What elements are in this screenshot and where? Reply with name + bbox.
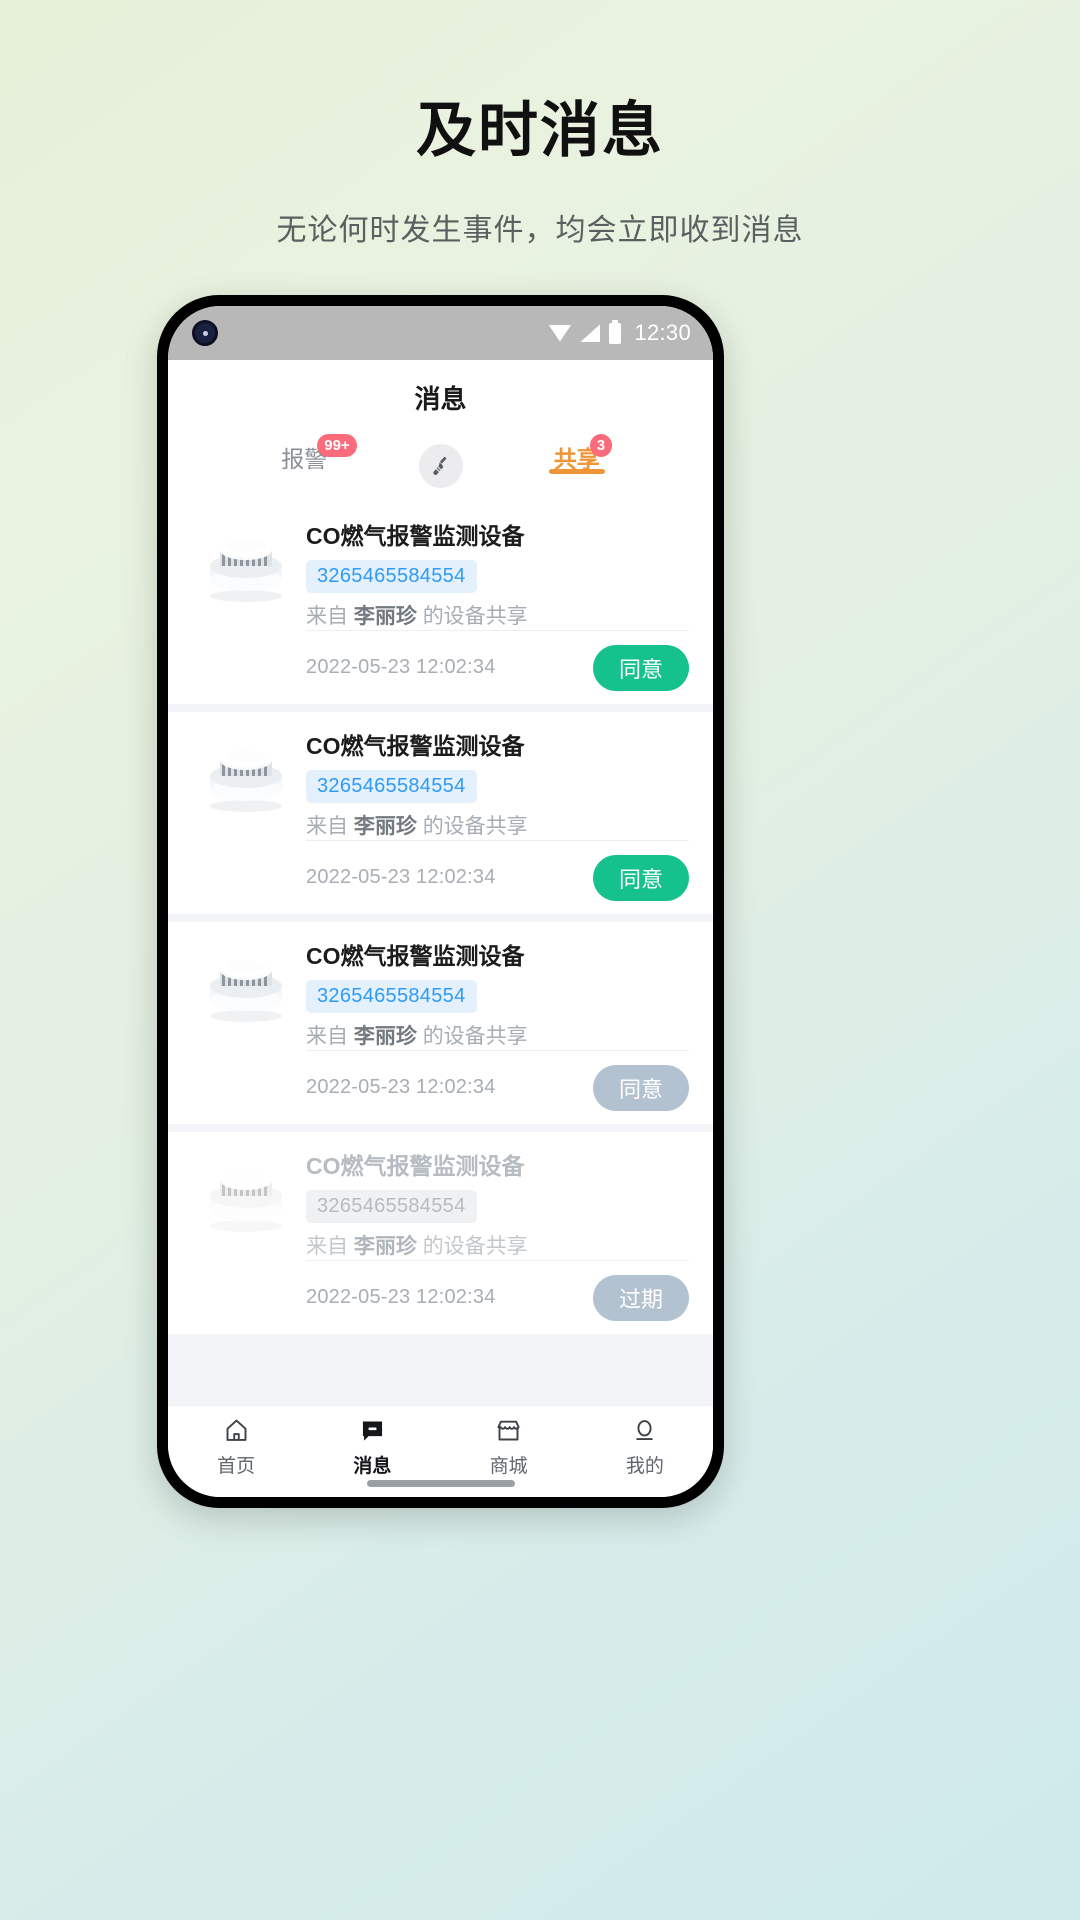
status-bar-clock: 12:30 [634,320,691,345]
battery-icon [609,319,622,344]
device-name: CO燃气报警监测设备 [306,523,525,549]
device-id: 3265465584554 [306,559,477,593]
timestamp: 2022-05-23 12:02:34 [306,866,496,889]
camera-punch-hole-icon [192,320,218,346]
timestamp: 2022-05-23 12:02:34 [306,656,496,679]
tab-alarm-badge: 99+ [317,434,357,457]
card-footer: 2022-05-23 12:02:34 同意 [306,1050,689,1124]
device-name: CO燃气报警监测设备 [306,1153,525,1180]
home-indicator[interactable] [366,1480,515,1487]
from-suffix: 的设备共享 [422,1234,528,1258]
tab-share[interactable]: 共享 3 [441,434,714,502]
nav-item-profile[interactable]: 我的 [577,1417,713,1478]
from-prefix: 来自 [306,604,348,628]
share-source: 来自 李丽珍 的设备共享 [306,813,689,840]
status-bar-indicators: 12:30 [548,319,691,346]
broom-icon [432,456,447,475]
phone-screen: 12:30 消息 报警 99+ 共享 3 CO燃气报警监测设备 32654655… [168,306,713,1497]
message-icon [362,1421,382,1441]
device-thumbnail [192,1146,300,1242]
smoke-detector-icon [210,1169,282,1233]
page-title: 消息 [168,360,713,434]
tab-active-underline [548,468,605,474]
promo-subtitle: 无论何时发生事件，均会立即收到消息 [276,214,804,247]
from-suffix: 的设备共享 [422,814,528,838]
card-footer: 2022-05-23 12:02:34 过期 [306,1260,689,1334]
device-id: 3265465584554 [306,979,477,1013]
signal-icon [580,324,601,342]
from-suffix: 的设备共享 [422,604,528,628]
nav-label-store: 商城 [489,1456,528,1477]
card-content: CO燃气报警监测设备 3265465584554 来自 李丽珍 的设备共享 [192,936,689,1050]
share-source: 来自 李丽珍 的设备共享 [306,603,689,630]
wifi-icon [548,324,572,342]
nav-label-message: 消息 [353,1456,392,1477]
from-prefix: 来自 [306,1024,348,1048]
tab-share-inner: 共享 3 [548,434,613,474]
agree-button-disabled: 同意 [593,1064,689,1111]
person-icon [636,1420,654,1441]
nav-item-store[interactable]: 商城 [441,1417,577,1478]
tab-alarm[interactable]: 报警 99+ [168,434,441,502]
clear-messages-button[interactable] [418,444,463,488]
tab-bar: 报警 99+ 共享 3 [168,434,713,502]
agree-button[interactable]: 同意 [593,644,689,691]
tab-alarm-inner: 报警 99+ [281,434,357,474]
tab-share-badge: 3 [589,434,613,457]
timestamp: 2022-05-23 12:02:34 [306,1076,496,1099]
expired-button: 过期 [593,1274,689,1321]
from-prefix: 来自 [306,1234,348,1258]
device-id: 3265465584554 [306,1189,477,1223]
device-name: CO燃气报警监测设备 [306,733,525,760]
from-prefix: 来自 [306,814,348,838]
promo-title: 及时消息 [416,97,664,164]
card-content: CO燃气报警监测设备 3265465584554 来自 李丽珍 的设备共享 [192,1146,689,1260]
card-text: CO燃气报警监测设备 3265465584554 来自 李丽珍 的设备共享 [306,726,689,840]
share-message-card[interactable]: CO燃气报警监测设备 3265465584554 来自 李丽珍 的设备共享 20… [168,922,713,1125]
device-thumbnail [192,516,300,612]
share-source: 来自 李丽珍 的设备共享 [306,1023,689,1050]
device-thumbnail [192,936,300,1032]
status-bar: 12:30 [168,306,713,360]
card-footer: 2022-05-23 12:02:34 同意 [306,630,689,704]
card-text: CO燃气报警监测设备 3265465584554 来自 李丽珍 的设备共享 [306,516,689,630]
nav-item-message[interactable]: 消息 [304,1417,440,1478]
nav-label-profile: 我的 [625,1456,664,1477]
card-text: CO燃气报警监测设备 3265465584554 来自 李丽珍 的设备共享 [306,1146,689,1260]
card-text: CO燃气报警监测设备 3265465584554 来自 李丽珍 的设备共享 [306,936,689,1050]
nav-item-home[interactable]: 首页 [168,1417,304,1478]
phone-frame: 12:30 消息 报警 99+ 共享 3 CO燃气报警监测设备 32654655… [157,295,724,1508]
agree-button[interactable]: 同意 [593,854,689,901]
home-icon [226,1419,247,1441]
from-name: 李丽珍 [353,1024,417,1048]
device-id: 3265465584554 [306,769,477,803]
from-suffix: 的设备共享 [422,1024,528,1048]
nav-label-home: 首页 [217,1456,256,1477]
from-name: 李丽珍 [353,814,417,838]
share-message-card[interactable]: CO燃气报警监测设备 3265465584554 来自 李丽珍 的设备共享 20… [168,712,713,915]
share-source: 来自 李丽珍 的设备共享 [306,1233,689,1260]
device-thumbnail [192,726,300,822]
from-name: 李丽珍 [353,604,417,628]
card-footer: 2022-05-23 12:02:34 同意 [306,840,689,914]
card-content: CO燃气报警监测设备 3265465584554 来自 李丽珍 的设备共享 [192,516,689,630]
from-name: 李丽珍 [353,1234,417,1258]
card-content: CO燃气报警监测设备 3265465584554 来自 李丽珍 的设备共享 [192,726,689,840]
message-list[interactable]: CO燃气报警监测设备 3265465584554 来自 李丽珍 的设备共享 20… [168,502,713,1405]
share-message-card-expired[interactable]: CO燃气报警监测设备 3265465584554 来自 李丽珍 的设备共享 20… [168,1132,713,1335]
store-icon [497,1420,520,1441]
smoke-detector-icon [210,539,282,602]
share-message-card[interactable]: CO燃气报警监测设备 3265465584554 来自 李丽珍 的设备共享 20… [168,502,713,705]
smoke-detector-icon [210,749,282,813]
promo-block: 及时消息 无论何时发生事件，均会立即收到消息 [0,0,1080,249]
smoke-detector-icon [210,959,282,1023]
device-name: CO燃气报警监测设备 [306,943,525,970]
timestamp: 2022-05-23 12:02:34 [306,1286,496,1309]
